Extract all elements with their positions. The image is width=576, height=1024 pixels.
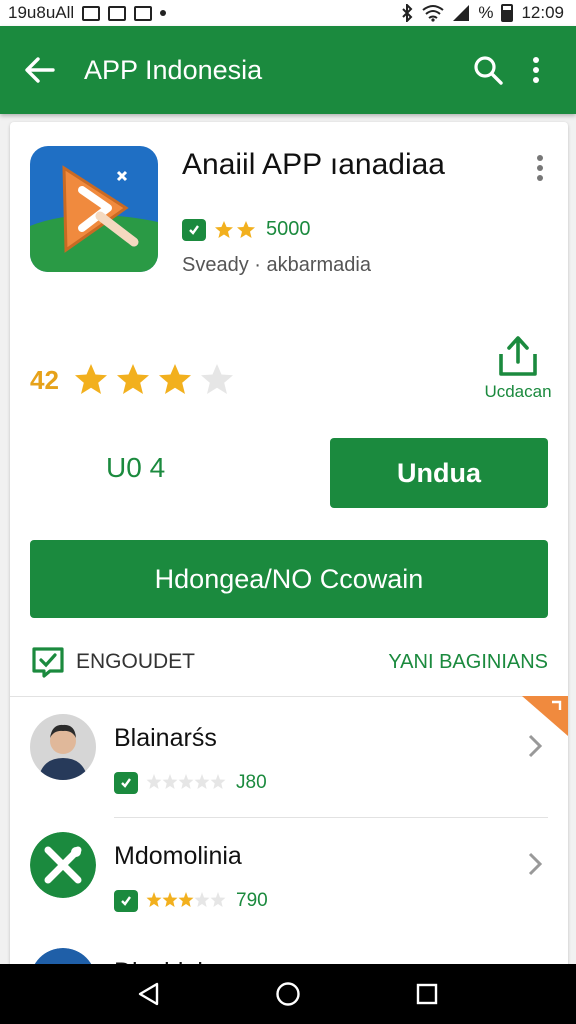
list-item-title: Blainarśs [114,724,217,752]
battery-percent: % [478,3,494,22]
section-title-group: ENGOUDET [30,645,195,679]
chevron-right-icon[interactable] [520,844,550,884]
status-right: % 12:09 [400,3,564,23]
battery-icon [501,4,514,22]
nav-recents-button[interactable] [403,970,451,1018]
bluetooth-icon [402,4,413,22]
status-bar: 19u8uAll % 12:09 [0,0,576,26]
mail-icon [108,5,127,21]
developer-name: Sveady · akbarmadia [182,254,371,276]
search-button[interactable] [464,46,512,94]
app-detail-card: Anaiil APP ıanadiaa 5000 Sveady · akbarm… [10,122,568,982]
install-button[interactable]: Undua [330,438,548,508]
avatar [30,714,96,780]
list-item-meta: J80 [114,772,267,794]
arrow-left-icon [25,57,55,83]
app-more-button[interactable] [526,150,554,186]
square-recents-icon [416,983,437,1005]
app-name: Anaiil APP ıanadiaa [182,148,445,181]
star-rating-icon [74,364,233,394]
image-icon [134,5,153,21]
carrier-text: 19u8uAll [8,3,75,22]
signal-icon [453,5,470,21]
nav-back-button[interactable] [125,970,173,1018]
share-label: Ucdacan [484,382,552,401]
rating-value: 42 [30,364,59,395]
list-item[interactable]: Mdomolinia 790 [10,818,568,936]
app-logo-icon [30,146,158,272]
list-item-count: J80 [236,772,267,793]
section-header: ENGOUDET YANI BAGINIANS [30,644,548,680]
chevron-right-icon[interactable] [520,726,550,766]
app-bar: APP Indonesia [0,26,576,114]
divider [10,696,568,697]
list-item-meta: 790 [114,890,268,912]
clock: 12:09 [521,3,564,22]
nav-home-button[interactable] [264,970,312,1018]
share-icon [499,336,537,376]
rating-count: 5000 [266,218,311,240]
triangle-back-icon [139,982,159,1006]
rating-stars [146,774,226,789]
wifi-icon [422,5,444,22]
status-left: 19u8uAll [8,3,167,23]
badge-icon [32,647,64,678]
more-vert-icon [537,155,543,181]
play-badge-icon [114,772,138,794]
app-meta-row: 5000 [182,218,311,241]
search-icon [474,56,503,85]
rating-summary: 42 [30,362,283,398]
circle-home-icon [276,982,300,1006]
dot-icon [160,10,167,16]
list-item-title: Mdomolinia [114,842,242,870]
section-more-link[interactable]: YANI BAGINIANS [388,651,548,674]
system-nav-bar [0,964,576,1024]
avatar [30,832,96,898]
play-badge-icon [114,890,138,912]
play-badge-icon [182,218,206,241]
page-title: APP Indonesia [84,54,263,85]
version-text: U0 4 [106,452,166,483]
list-item[interactable]: Blainarśs J80 [10,700,568,818]
back-button[interactable] [16,46,64,94]
wide-action-button[interactable]: Hdongea/NO Ccowain [30,540,548,618]
rating-stars [214,220,258,240]
section-title: ENGOUDET [76,650,196,673]
notification-icon [82,5,101,21]
more-vert-icon [533,57,539,83]
overflow-menu-button[interactable] [512,46,560,94]
rating-stars [146,892,226,907]
share-button[interactable]: Ucdacan [478,334,558,410]
list-item-count: 790 [236,890,268,911]
